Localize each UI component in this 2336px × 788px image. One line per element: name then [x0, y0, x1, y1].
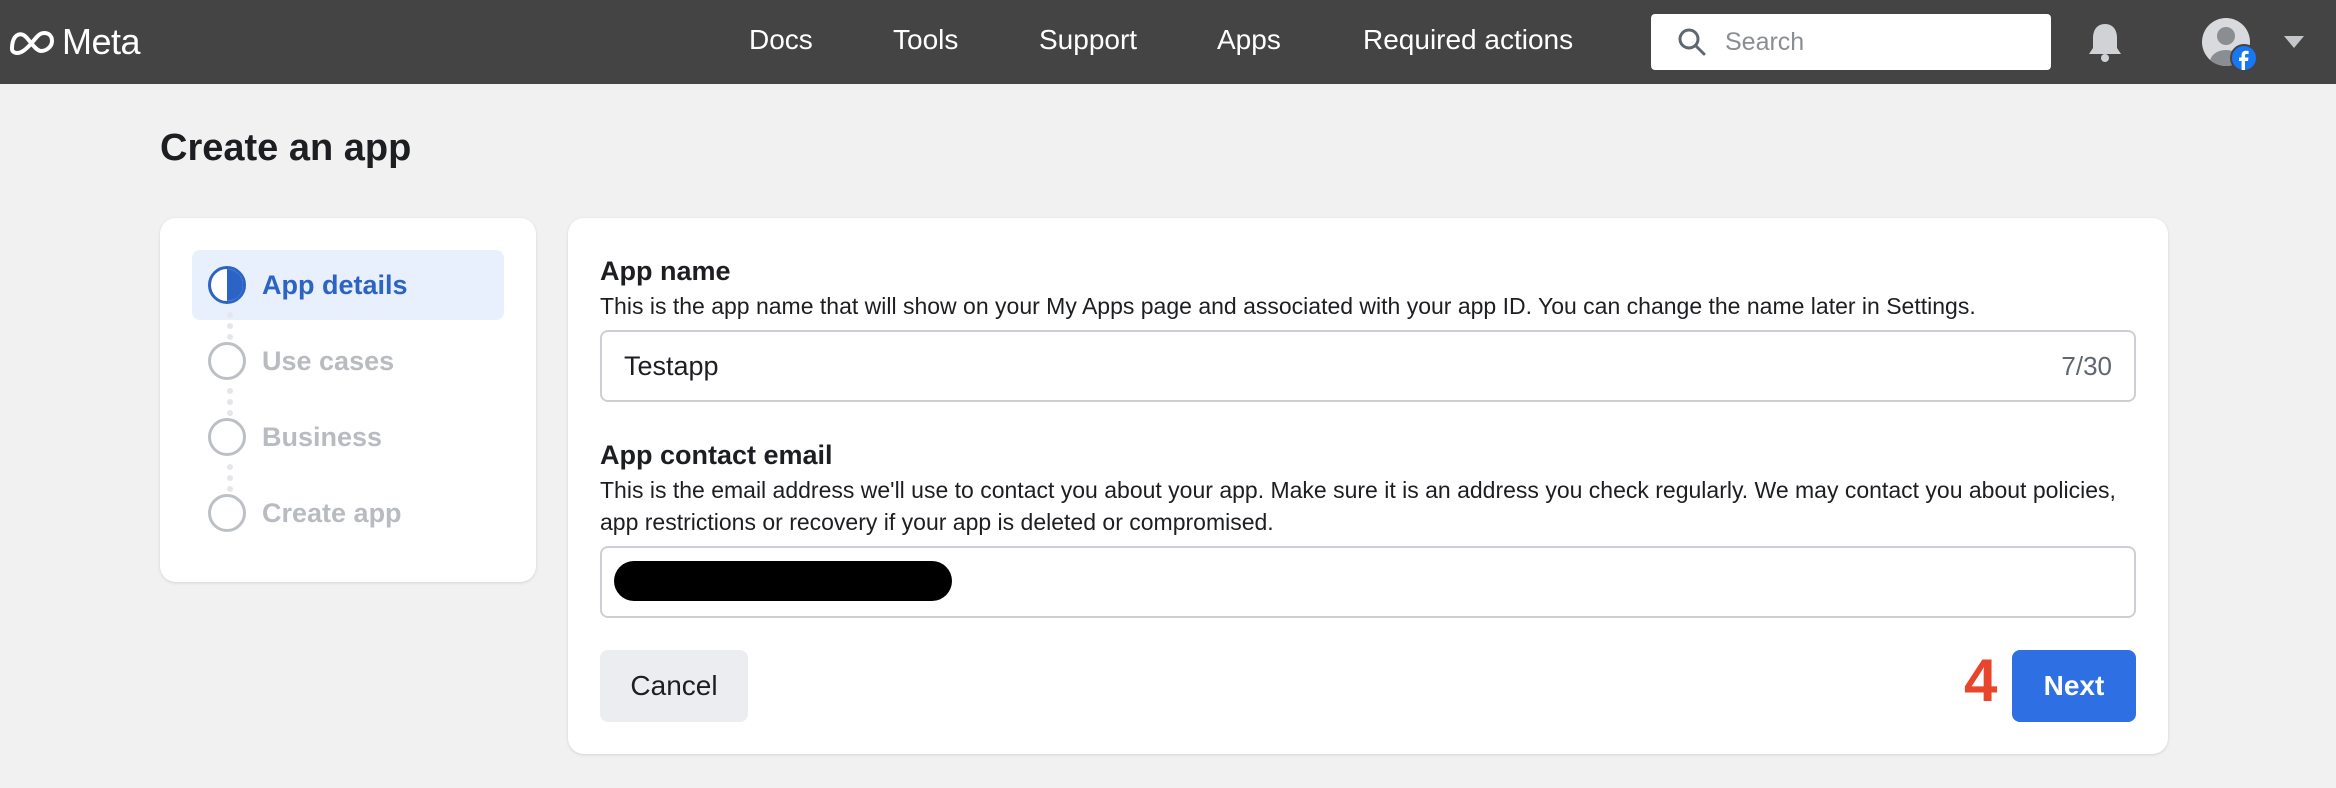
app-name-help: This is the app name that will show on y…	[600, 293, 1976, 319]
steps-panel: App details Use cases Business Create ap…	[160, 218, 536, 582]
nav-support[interactable]: Support	[1039, 24, 1137, 56]
facebook-icon	[2230, 44, 2258, 72]
app-name-label: App name	[600, 256, 731, 286]
bell-icon[interactable]	[2085, 20, 2125, 64]
step-label: Business	[262, 421, 383, 452]
next-button[interactable]: Next	[2012, 650, 2136, 722]
char-counter: 7/30	[2061, 350, 2112, 381]
step-label: App details	[262, 269, 408, 300]
nav-tools[interactable]: Tools	[893, 24, 958, 56]
contact-email-label: App contact email	[600, 440, 833, 470]
search-box[interactable]	[1651, 14, 2051, 70]
nav-docs[interactable]: Docs	[749, 24, 813, 56]
step-circle-icon	[208, 418, 246, 456]
annotation-number: 4	[1964, 647, 1998, 714]
redacted-email	[614, 561, 952, 601]
cancel-button[interactable]: Cancel	[600, 650, 748, 722]
step-progress-icon	[208, 266, 246, 304]
step-circle-icon	[208, 342, 246, 380]
chevron-down-icon[interactable]	[2284, 36, 2304, 48]
step-create-app[interactable]: Create app	[192, 478, 504, 548]
search-icon	[1678, 28, 1706, 56]
brand-name: Meta	[62, 21, 141, 62]
step-app-details[interactable]: App details	[192, 250, 504, 320]
nav-apps[interactable]: Apps	[1217, 24, 1281, 56]
step-business[interactable]: Business	[192, 402, 504, 472]
top-nav-bar: Meta Docs Tools Support Apps Required ac…	[0, 0, 2336, 84]
page-title: Create an app	[160, 127, 412, 169]
app-name-input[interactable]	[602, 332, 2062, 400]
meta-logo-icon	[10, 31, 54, 55]
account-avatar-button[interactable]	[2202, 18, 2258, 72]
meta-brand[interactable]: Meta	[8, 18, 141, 66]
app-details-form: App name This is the app name that will …	[568, 218, 2168, 754]
search-input[interactable]	[1725, 27, 2025, 57]
step-use-cases[interactable]: Use cases	[192, 326, 504, 396]
step-label: Use cases	[262, 345, 395, 376]
app-name-field[interactable]: 7/30	[600, 330, 2136, 402]
contact-email-field[interactable]	[600, 546, 2136, 618]
contact-email-help: This is the email address we'll use to c…	[600, 477, 2116, 535]
step-circle-icon	[208, 494, 246, 532]
step-label: Create app	[262, 497, 402, 528]
nav-required-actions[interactable]: Required actions	[1363, 24, 1573, 56]
